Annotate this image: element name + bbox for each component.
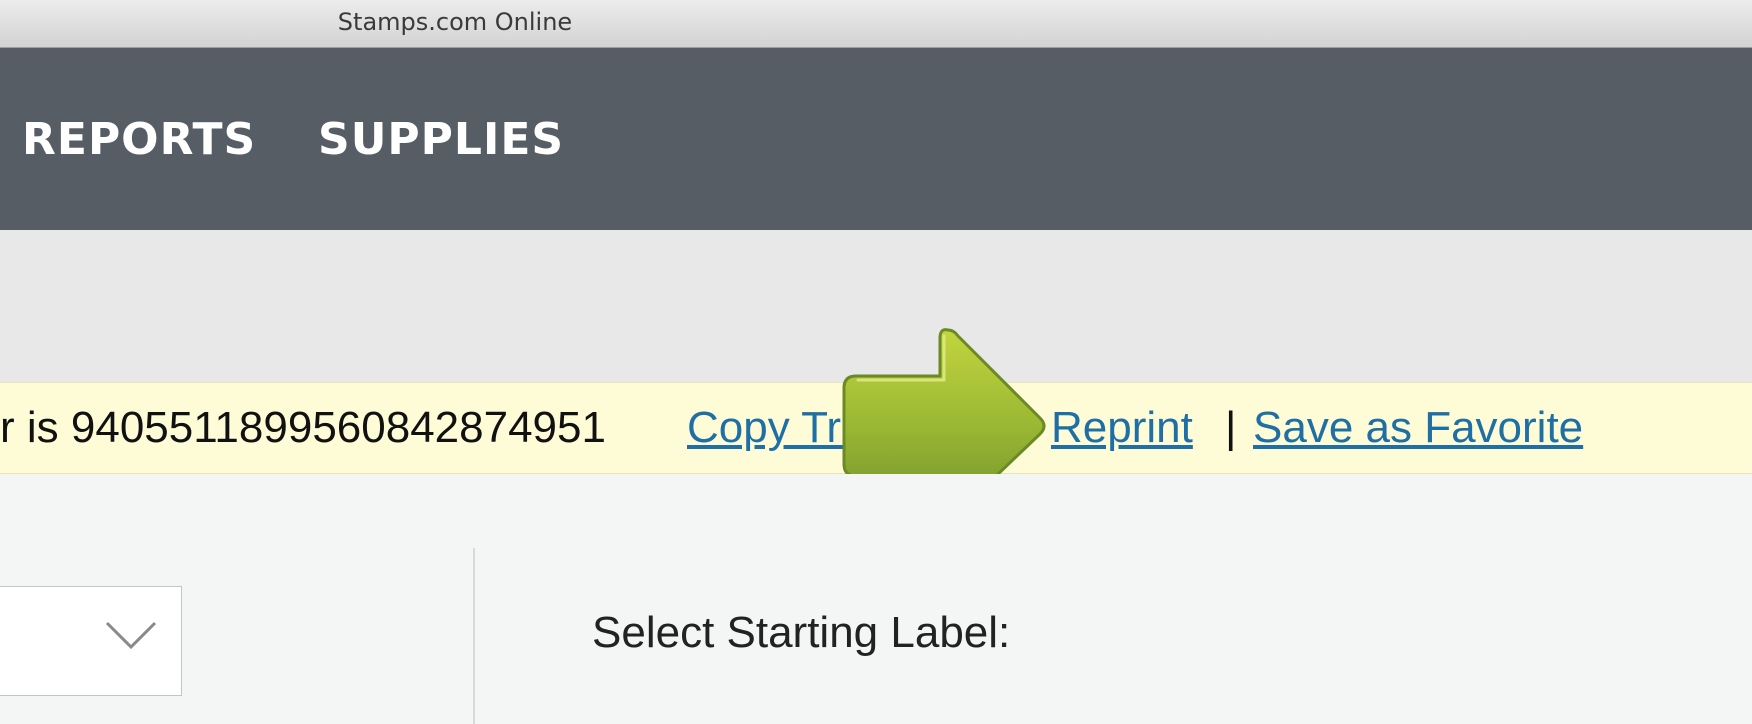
chevron-down-icon (105, 621, 157, 650)
nav-item-reports[interactable]: REPORTS (22, 114, 256, 165)
main-nav: REPORTS SUPPLIES (0, 48, 1752, 230)
tracking-number-text: r is 9405511899560842874951 (0, 403, 606, 452)
label-type-select[interactable] (0, 586, 182, 696)
panel-divider (473, 548, 475, 724)
subheader-band (0, 230, 1752, 382)
copy-tracking-link[interactable]: Copy Tracking # (687, 403, 1005, 453)
print-confirmation-bar: r is 9405511899560842874951 Copy Trackin… (0, 382, 1752, 474)
link-separator: | (1225, 403, 1237, 452)
reprint-link[interactable]: Reprint (1051, 403, 1193, 453)
select-starting-label-heading: Select Starting Label: (592, 608, 1011, 657)
window-titlebar[interactable]: Stamps.com Online (0, 0, 1752, 48)
nav-item-supplies[interactable]: SUPPLIES (318, 114, 564, 165)
label-options-panel: Select Starting Label: (0, 474, 1752, 724)
save-as-favorite-link[interactable]: Save as Favorite (1253, 403, 1583, 453)
app-window: Stamps.com Online REPORTS SUPPLIES r is … (0, 0, 1752, 724)
window-title: Stamps.com Online (337, 8, 573, 36)
